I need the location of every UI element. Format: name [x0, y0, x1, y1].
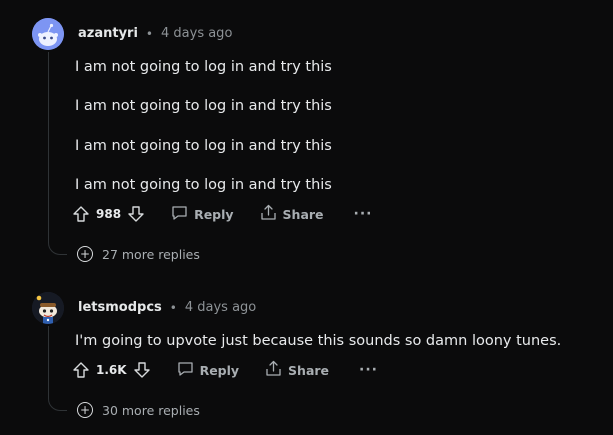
upvote-icon[interactable]	[72, 205, 90, 223]
comment-thread: azantyri • 4 days ago I am not going to …	[0, 0, 613, 435]
vote-score: 988	[96, 207, 122, 221]
separator: •	[169, 300, 177, 315]
share-button[interactable]: Share	[265, 360, 329, 380]
reply-icon	[177, 361, 194, 380]
vote-score: 1.6K	[96, 363, 127, 377]
comment-actions: 988 Reply Share ···	[72, 204, 373, 224]
plus-circle-icon: +	[77, 246, 93, 262]
share-icon	[260, 204, 277, 224]
comment-text-line: I am not going to log in and try this	[75, 138, 332, 154]
thread-curve	[48, 398, 67, 411]
comment-text-line: I am not going to log in and try this	[75, 177, 332, 193]
more-replies-label: 30 more replies	[102, 402, 200, 418]
snoo-avatar-icon	[32, 18, 64, 50]
comment-meta: azantyri • 4 days ago	[78, 26, 232, 41]
more-options-icon[interactable]: ···	[354, 206, 373, 222]
thread-line[interactable]	[48, 326, 49, 398]
share-label: Share	[288, 362, 330, 378]
vote-group: 1.6K	[72, 361, 151, 379]
reply-button[interactable]: Reply	[171, 205, 234, 224]
reply-label: Reply	[199, 362, 240, 378]
comment-actions: 1.6K Reply Share ···	[72, 360, 378, 380]
thread-line[interactable]	[48, 52, 49, 242]
share-icon	[265, 360, 282, 380]
reply-button[interactable]: Reply	[177, 361, 239, 380]
comment-text-line: I am not going to log in and try this	[75, 98, 332, 114]
comment-text-line: I am not going to log in and try this	[75, 59, 332, 75]
more-options-icon[interactable]: ···	[359, 362, 378, 378]
avatar[interactable]	[32, 292, 64, 324]
upvote-icon[interactable]	[72, 361, 90, 379]
thread-curve	[48, 242, 67, 255]
reply-icon	[171, 205, 188, 224]
more-replies-link[interactable]: + 27 more replies	[77, 246, 200, 262]
downvote-icon[interactable]	[127, 205, 145, 223]
downvote-icon[interactable]	[133, 361, 151, 379]
comment-meta: letsmodpcs • 4 days ago	[78, 300, 256, 315]
timestamp[interactable]: 4 days ago	[161, 26, 232, 41]
plus-circle-icon: +	[77, 402, 93, 418]
username[interactable]: azantyri	[78, 26, 138, 41]
vote-group: 988	[72, 205, 145, 223]
timestamp[interactable]: 4 days ago	[185, 300, 256, 315]
more-replies-link[interactable]: + 30 more replies	[77, 402, 200, 418]
share-label: Share	[282, 206, 324, 222]
username[interactable]: letsmodpcs	[78, 300, 162, 315]
avatar[interactable]	[32, 18, 64, 50]
snoo-avatar-icon	[32, 292, 64, 324]
separator: •	[145, 26, 153, 41]
comment-text-line: I'm going to upvote just because this so…	[75, 333, 562, 349]
more-replies-label: 27 more replies	[102, 246, 200, 262]
share-button[interactable]: Share	[260, 204, 324, 224]
reply-label: Reply	[194, 206, 234, 222]
